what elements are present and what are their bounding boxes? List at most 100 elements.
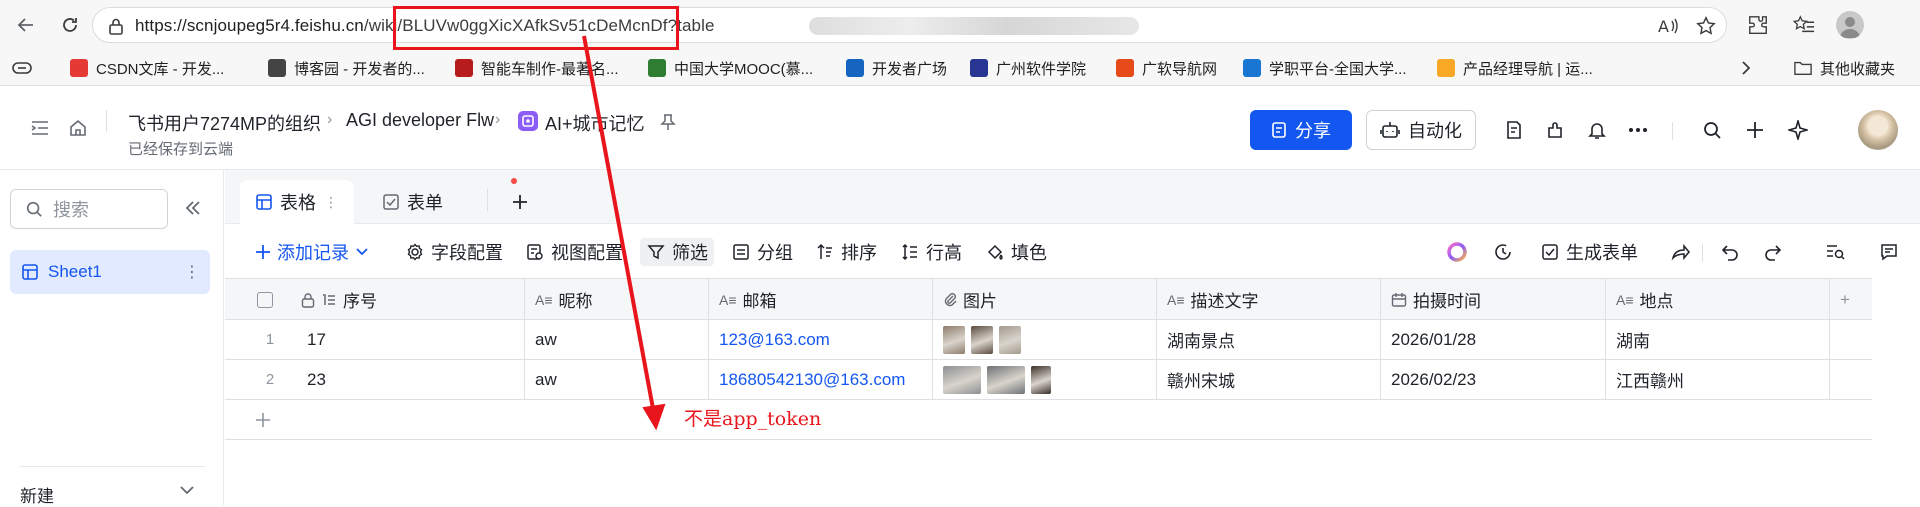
bookmark-item[interactable]: 开发者广场: [846, 57, 947, 79]
home-icon[interactable]: [64, 114, 92, 142]
field-config-button[interactable]: 字段配置: [405, 238, 503, 266]
profile-avatar[interactable]: [1836, 11, 1864, 39]
attachment-icon: [944, 292, 957, 306]
tab-grid[interactable]: 表格 ⋮: [240, 180, 354, 224]
cell-images[interactable]: [933, 320, 1157, 359]
share-view-icon[interactable]: [1670, 238, 1690, 266]
tab-more-icon[interactable]: ⋮: [324, 194, 338, 211]
user-avatar[interactable]: [1858, 110, 1898, 150]
ai-sparkle-icon[interactable]: [1784, 116, 1812, 144]
read-aloud-icon[interactable]: A: [1655, 13, 1681, 39]
breadcrumb-org[interactable]: 飞书用户7274MP的组织: [128, 110, 321, 136]
column-header-description[interactable]: A≡ 描述文字: [1157, 279, 1381, 320]
chevron-down-icon: [356, 248, 368, 256]
cell-nickname[interactable]: aw: [525, 320, 709, 359]
favorite-star-icon[interactable]: [1693, 13, 1719, 39]
cell-seq[interactable]: 23: [225, 360, 525, 399]
cell-place[interactable]: 江西赣州: [1606, 360, 1830, 399]
generate-form-button[interactable]: 生成表单: [1540, 238, 1638, 266]
other-bookmarks[interactable]: 其他收藏夹: [1794, 57, 1895, 79]
reading-list-icon[interactable]: [12, 57, 32, 79]
pin-icon[interactable]: [654, 108, 682, 136]
automation-button[interactable]: 自动化: [1366, 110, 1476, 150]
bookmarks-overflow-icon[interactable]: [1740, 57, 1752, 79]
row-height-button[interactable]: 行高: [900, 238, 962, 266]
collapse-sidebar-icon[interactable]: [184, 200, 202, 216]
column-header-place[interactable]: A≡ 地点: [1606, 279, 1830, 320]
cell-email[interactable]: 18680542130@163.com: [709, 360, 933, 399]
address-bar[interactable]: https://scnjoupeg5r4.feishu.cn/wiki/BLUV…: [92, 7, 1727, 43]
column-header-image[interactable]: 图片: [933, 279, 1157, 320]
table-row[interactable]: 2 23 aw 18680542130@163.com 赣州宋城 2026/02…: [225, 360, 1872, 400]
image-thumbnail[interactable]: [999, 325, 1021, 354]
bookmark-item[interactable]: 博客园 - 开发者的...: [268, 57, 425, 79]
bookmark-item[interactable]: 中国大学MOOC(慕...: [648, 57, 813, 79]
add-record-button[interactable]: 添加记录: [255, 238, 369, 266]
history-icon[interactable]: [1493, 238, 1513, 266]
find-in-table-icon[interactable]: [1825, 238, 1845, 266]
back-button[interactable]: [12, 11, 40, 39]
table-row[interactable]: 1 17 aw 123@163.com 湖南景点 2026/01/28 湖南: [225, 320, 1872, 360]
bookmark-item[interactable]: 智能车制作-最著名...: [455, 57, 619, 79]
column-header-nickname[interactable]: A≡ 昵称: [525, 279, 709, 320]
page-title[interactable]: AI+城市记忆: [545, 110, 645, 136]
breadcrumb-space[interactable]: AGI developer Flw: [346, 110, 494, 131]
refresh-button[interactable]: [56, 11, 84, 39]
base-app-icon: [518, 111, 538, 131]
new-button[interactable]: 新建: [20, 482, 195, 507]
cell-time[interactable]: 2026/02/23: [1381, 360, 1606, 399]
image-thumbnail[interactable]: [943, 325, 965, 354]
add-view-button[interactable]: [495, 180, 545, 224]
sort-button[interactable]: 排序: [815, 238, 877, 266]
share-button[interactable]: 分享: [1250, 110, 1352, 150]
plugin-icon[interactable]: [1541, 116, 1569, 144]
sidebar-item-sheet1[interactable]: Sheet1 ⋮: [10, 250, 210, 294]
extensions-icon[interactable]: [1744, 11, 1772, 39]
notification-bell-icon[interactable]: [1583, 116, 1611, 144]
cell-time[interactable]: 2026/01/28: [1381, 320, 1606, 359]
sidebar-search-input[interactable]: 搜索: [10, 189, 168, 229]
column-header-seq[interactable]: 序号: [225, 279, 525, 320]
column-header-email[interactable]: A≡ 邮箱: [709, 279, 933, 320]
group-button[interactable]: 分组: [731, 238, 793, 266]
cell-place[interactable]: 湖南: [1606, 320, 1830, 359]
tab-form[interactable]: 表单: [367, 180, 459, 224]
cell-images[interactable]: [933, 360, 1157, 399]
bookmark-item[interactable]: CSDN文库 - 开发...: [70, 57, 224, 79]
redo-icon[interactable]: [1763, 238, 1783, 266]
view-config-button[interactable]: 视图配置: [525, 238, 623, 266]
sheet-more-icon[interactable]: ⋮: [184, 262, 200, 282]
select-all-checkbox[interactable]: [257, 291, 273, 308]
favorites-list-icon[interactable]: [1790, 11, 1818, 39]
add-icon[interactable]: [1741, 116, 1769, 144]
bookmark-item[interactable]: 产品经理导航 | 运...: [1437, 57, 1593, 79]
lock-icon[interactable]: [103, 13, 129, 39]
comment-icon[interactable]: [1879, 238, 1899, 266]
image-thumbnail[interactable]: [987, 365, 1025, 394]
column-header-time[interactable]: 拍摄时间: [1381, 279, 1606, 320]
cell-seq[interactable]: 17: [225, 320, 525, 359]
bookmark-item[interactable]: 广软导航网: [1116, 57, 1217, 79]
toggle-sidebar-icon[interactable]: [26, 114, 54, 142]
breadcrumb-chevron-icon: ›: [327, 111, 333, 128]
cell-description[interactable]: 赣州宋城: [1157, 360, 1381, 399]
bookmark-item[interactable]: 学职平台-全国大学...: [1243, 57, 1407, 79]
filter-button[interactable]: 筛选: [640, 238, 714, 266]
cell-nickname[interactable]: aw: [525, 360, 709, 399]
annotation-highlight-box: [393, 6, 679, 50]
ai-orb-icon[interactable]: [1447, 238, 1467, 266]
image-thumbnail[interactable]: [971, 325, 993, 354]
cell-email[interactable]: 123@163.com: [709, 320, 933, 359]
bookmark-item[interactable]: 广州软件学院: [970, 57, 1086, 79]
image-thumbnail[interactable]: [943, 365, 981, 394]
annotation-note: 不是app_token: [684, 408, 822, 430]
undo-icon[interactable]: [1720, 238, 1740, 266]
search-icon[interactable]: [1698, 116, 1726, 144]
document-info-icon[interactable]: [1500, 116, 1528, 144]
image-thumbnail[interactable]: [1031, 365, 1051, 394]
cell-description[interactable]: 湖南景点: [1157, 320, 1381, 359]
fill-color-button[interactable]: 填色: [985, 238, 1047, 266]
add-row-button[interactable]: [225, 400, 1872, 440]
add-column-button[interactable]: +: [1830, 279, 1872, 320]
more-options-icon[interactable]: [1624, 116, 1652, 144]
